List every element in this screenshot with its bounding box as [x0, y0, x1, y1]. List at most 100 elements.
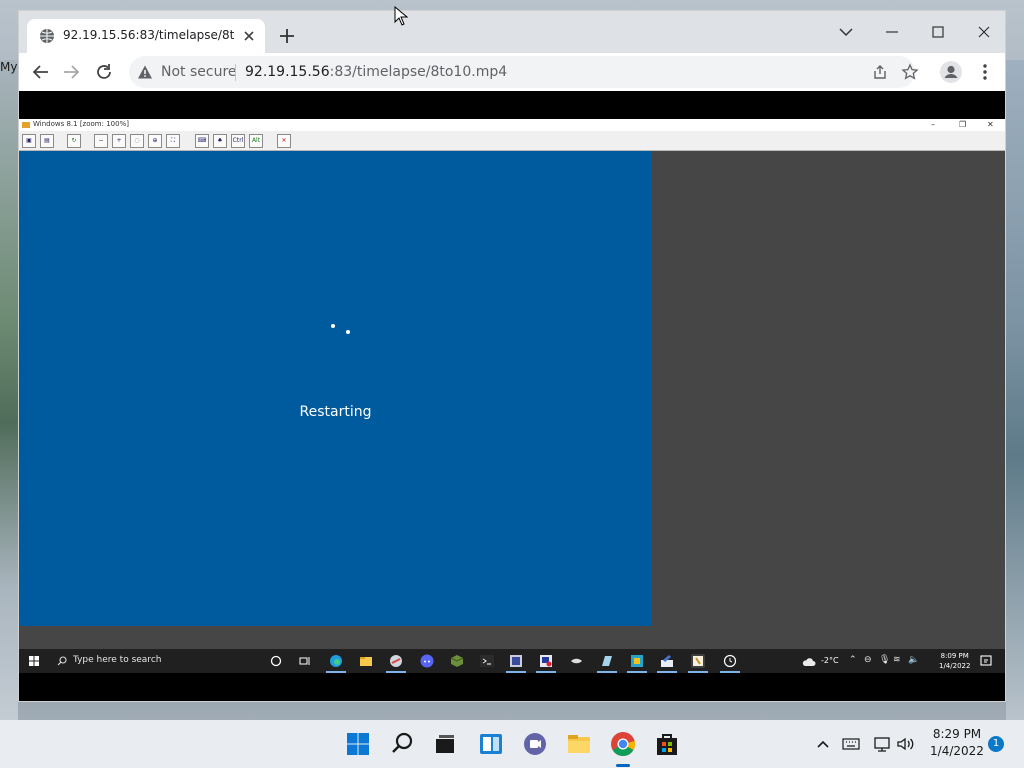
task-view-icon[interactable]: [431, 730, 459, 758]
browser-window: 92.19.15.56:83/timelapse/8to10.mp4: [18, 10, 1006, 702]
restarting-status-text: Restarting: [299, 404, 372, 420]
guest-file-explorer-icon[interactable]: [359, 654, 373, 668]
loading-spinner-dot: [331, 324, 335, 328]
guest-cortana-icon[interactable]: [269, 654, 283, 668]
address-bar[interactable]: Not secure 92.19.15.56:83/timelapse/8to1…: [129, 56, 919, 88]
new-tab-icon[interactable]: [277, 26, 297, 46]
file-explorer-icon[interactable]: [565, 730, 593, 758]
guest-remote-desktop-icon[interactable]: [539, 654, 553, 668]
vm-ctrl-key-button[interactable]: Ctrl: [231, 134, 245, 148]
guest-tray-mic-icon[interactable]: 🎙: [879, 655, 890, 665]
guest-clock[interactable]: 8:09 PM 1/4/2022: [939, 651, 970, 671]
guest-task-view-icon[interactable]: [298, 654, 312, 668]
guest-app-icon[interactable]: [509, 654, 523, 668]
vm-zoom-reset-icon[interactable]: ○: [130, 134, 144, 148]
running-indicator: [616, 764, 630, 767]
tab-strip: 92.19.15.56:83/timelapse/8to10.mp4: [19, 11, 1005, 53]
taskbar-clock[interactable]: 8:29 PM 1/4/2022: [924, 726, 990, 760]
vm-clipboard-icon[interactable]: ▤: [40, 134, 54, 148]
chrome-icon[interactable]: [609, 730, 637, 758]
guest-notification-icon[interactable]: [979, 654, 993, 668]
vm-fullscreen-icon[interactable]: ⛶: [166, 134, 180, 148]
vm-window-title: Windows 8.1 [zoom: 100%]: [33, 120, 129, 128]
guest-virtualbox-icon[interactable]: [630, 654, 644, 668]
guest-discord-icon[interactable]: [420, 654, 434, 668]
guest-minecraft-icon[interactable]: [450, 654, 464, 668]
host-taskbar: 8:29 PM 1/4/2022 1: [0, 720, 1024, 768]
guest-tray-chevron-icon[interactable]: ⌃: [849, 655, 857, 665]
vm-toolbar: ▣ ▤ ↻ − + ○ ⊕ ⛶ ⌨ ♠ Ctrl Alt ✕: [19, 131, 1005, 151]
vm-zoom-in-icon[interactable]: +: [112, 134, 126, 148]
tab-search-chevron-icon[interactable]: [831, 17, 861, 47]
notification-badge[interactable]: 1: [988, 736, 1004, 752]
guest-screen: Restarting: [19, 151, 652, 626]
microsoft-store-icon[interactable]: [653, 730, 681, 758]
vm-disconnect-icon[interactable]: ✕: [277, 134, 291, 148]
mouse-cursor-icon: [394, 6, 408, 26]
network-icon[interactable]: [873, 734, 893, 754]
guest-media-icon[interactable]: [389, 654, 403, 668]
guest-fish-icon[interactable]: [570, 654, 584, 668]
widgets-icon[interactable]: [477, 730, 505, 758]
volume-icon[interactable]: [895, 734, 915, 754]
security-label[interactable]: Not secure: [161, 64, 237, 80]
share-icon[interactable]: [871, 63, 889, 81]
menu-dots-icon[interactable]: [973, 60, 997, 84]
browser-toolbar: Not secure 92.19.15.56:83/timelapse/8to1…: [19, 53, 1005, 91]
reload-icon[interactable]: [92, 60, 116, 84]
running-indicator: [326, 671, 346, 673]
guest-paint-icon[interactable]: [660, 654, 674, 668]
guest-tray-network-icon[interactable]: ⊖: [864, 655, 872, 665]
guest-weather-temp[interactable]: -2°C: [821, 656, 839, 665]
close-window-icon[interactable]: [969, 17, 999, 47]
guest-tray-wifi-icon[interactable]: ≋: [893, 655, 901, 665]
guest-terminal-icon[interactable]: [480, 654, 494, 668]
vm-keyboard-icon[interactable]: ⌨: [195, 134, 209, 148]
start-icon[interactable]: [344, 730, 372, 758]
tray-chevron-icon[interactable]: [813, 734, 833, 754]
minimize-icon[interactable]: [877, 17, 907, 47]
guest-tray-speaker-icon[interactable]: 🔈: [908, 655, 919, 665]
desktop-wallpaper-left: [0, 60, 18, 720]
url-path: :83/timelapse/8to10.mp4: [329, 64, 508, 80]
vm-zoom-out-icon[interactable]: −: [94, 134, 108, 148]
running-indicator: [627, 671, 647, 673]
profile-avatar-icon[interactable]: [939, 60, 963, 84]
loading-spinner-dot: [346, 330, 350, 334]
vm-alt-key-button[interactable]: Alt: [249, 134, 263, 148]
running-indicator: [657, 671, 677, 673]
close-tab-icon[interactable]: [241, 28, 257, 44]
vm-zoom-fit-icon[interactable]: ⊕: [148, 134, 162, 148]
guest-search-box[interactable]: Type here to search: [73, 655, 161, 665]
vm-send-keys-icon[interactable]: ♠: [213, 134, 227, 148]
tab-title: 92.19.15.56:83/timelapse/8to10.mp4: [63, 28, 235, 42]
search-icon[interactable]: [389, 730, 417, 758]
browser-tab[interactable]: 92.19.15.56:83/timelapse/8to10.mp4: [27, 19, 265, 53]
guest-vm-viewer-icon[interactable]: [691, 654, 705, 668]
guest-weather-cloud-icon[interactable]: [802, 655, 816, 669]
running-indicator: [386, 671, 406, 673]
forward-arrow-icon[interactable]: [59, 60, 83, 84]
maximize-icon[interactable]: [923, 17, 953, 47]
vm-screenshot-icon[interactable]: ▣: [22, 134, 36, 148]
desktop-icon-label[interactable]: My: [0, 60, 17, 74]
url-text[interactable]: 92.19.15.56:83/timelapse/8to10.mp4: [245, 64, 507, 80]
guest-start-icon[interactable]: [29, 656, 39, 666]
running-indicator: [536, 671, 556, 673]
vm-minimize-icon[interactable]: –: [931, 120, 935, 129]
vm-refresh-icon[interactable]: ↻: [67, 134, 81, 148]
vm-close-icon[interactable]: ✕: [987, 120, 994, 129]
video-player[interactable]: Windows 8.1 [zoom: 100%] – ❐ ✕ ▣ ▤ ↻ − +…: [19, 91, 1005, 701]
warning-icon[interactable]: [137, 64, 153, 80]
vm-window: Windows 8.1 [zoom: 100%] – ❐ ✕ ▣ ▤ ↻ − +…: [19, 119, 1005, 673]
vm-restore-icon[interactable]: ❐: [959, 120, 966, 129]
guest-edge-icon[interactable]: [329, 654, 343, 668]
guest-notes-icon[interactable]: [600, 654, 614, 668]
guest-clock-app-icon[interactable]: [723, 654, 737, 668]
keyboard-icon[interactable]: [841, 734, 861, 754]
running-indicator: [688, 671, 708, 673]
back-arrow-icon[interactable]: [29, 60, 53, 84]
bookmark-star-icon[interactable]: [901, 63, 919, 81]
teams-chat-icon[interactable]: [521, 730, 549, 758]
running-indicator: [597, 671, 617, 673]
